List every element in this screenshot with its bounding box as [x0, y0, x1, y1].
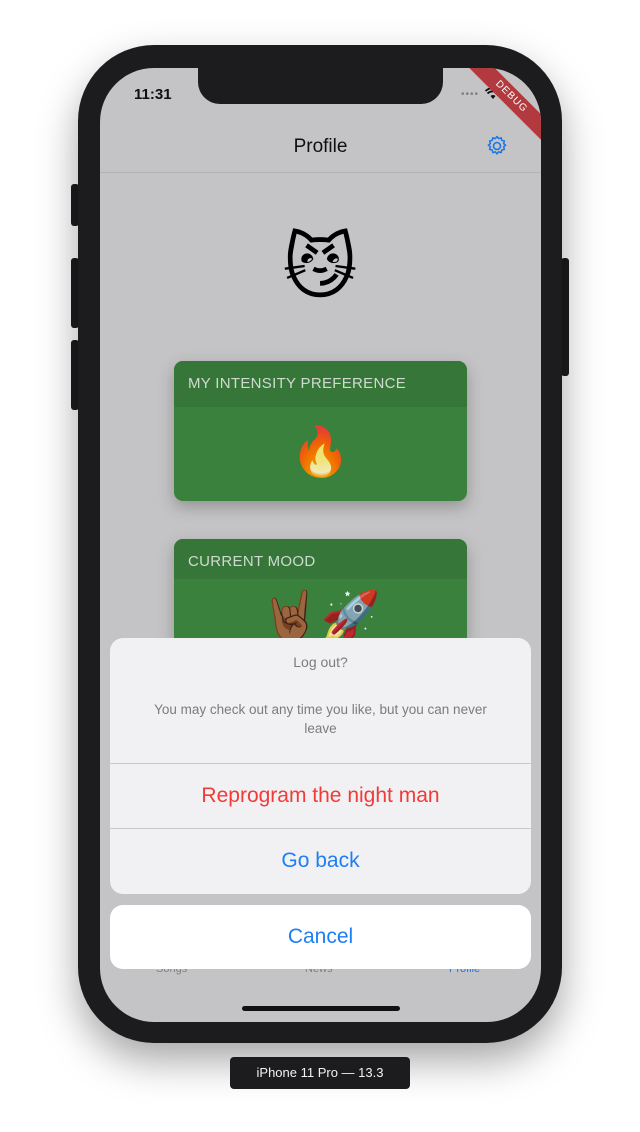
reprogram-button[interactable]: Reprogram the night man: [110, 763, 531, 828]
go-back-button[interactable]: Go back: [110, 828, 531, 893]
home-indicator[interactable]: [242, 1006, 400, 1011]
cancel-button[interactable]: Cancel: [110, 905, 531, 969]
side-button-power: [561, 258, 569, 376]
device-label: iPhone 11 Pro — 13.3: [230, 1057, 410, 1089]
notch: [198, 68, 443, 104]
action-sheet: Log out? You may check out any time you …: [110, 638, 531, 894]
action-sheet-message: You may check out any time you like, but…: [154, 702, 487, 736]
action-sheet-title: Log out?: [293, 654, 348, 670]
screen: DEBUG 11:31 •••• Profile 😼 MY INTENSITY …: [100, 68, 541, 1022]
